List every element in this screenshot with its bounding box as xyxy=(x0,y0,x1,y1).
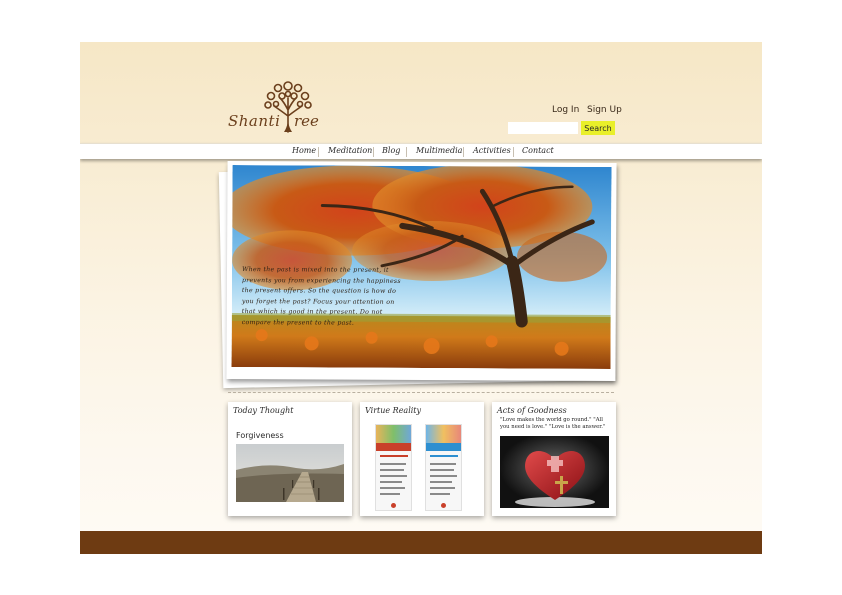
poster-line xyxy=(430,469,454,471)
poster-banner xyxy=(376,443,411,451)
poster-line xyxy=(380,469,404,471)
nav-separator xyxy=(318,147,319,157)
nav-separator xyxy=(373,147,374,157)
main-nav: Home Meditation Blog Multimedia Activiti… xyxy=(80,143,762,159)
heart-image xyxy=(500,436,609,508)
logo-text-tree: ree xyxy=(294,112,319,130)
nav-item-meditation[interactable]: Meditation xyxy=(328,146,372,155)
hero-frame: When the past is mixed into the present,… xyxy=(226,160,617,382)
nav-separator xyxy=(463,147,464,157)
poster-line xyxy=(430,481,452,483)
site-logo[interactable]: Shanti ree xyxy=(228,76,328,140)
poster-line xyxy=(430,475,457,477)
poster-line xyxy=(430,455,458,457)
nav-separator xyxy=(513,147,514,157)
page: Shanti ree Log In Sign Up Search Home Me… xyxy=(80,42,762,554)
login-link[interactable]: Log In xyxy=(552,105,579,115)
poster-line xyxy=(430,463,456,465)
poster-image xyxy=(425,424,462,511)
nav-separator xyxy=(406,147,407,157)
poster-line xyxy=(380,463,406,465)
section-divider xyxy=(228,392,614,393)
poster-line xyxy=(380,493,400,495)
nav-item-contact[interactable]: Contact xyxy=(522,146,554,155)
autumn-tree-image: When the past is mixed into the present,… xyxy=(231,165,612,369)
poster-line xyxy=(430,487,455,489)
poster-image xyxy=(375,424,412,511)
poster-line xyxy=(380,475,407,477)
card-subtitle: Forgiveness xyxy=(236,431,284,440)
nav-item-multimedia[interactable]: Multimedia xyxy=(416,146,462,155)
card-acts-of-goodness[interactable]: Acts of Goodness "Love makes the world g… xyxy=(492,402,616,516)
boardwalk-image xyxy=(236,444,344,502)
nav-item-home[interactable]: Home xyxy=(292,146,316,155)
logo-text-shanti: Shanti xyxy=(228,112,281,130)
poster-header xyxy=(426,425,461,443)
poster-dot xyxy=(391,503,396,508)
footer-bar xyxy=(80,531,762,554)
hero-quote: When the past is mixed into the present,… xyxy=(241,266,401,327)
poster-line xyxy=(380,481,402,483)
card-title: Virtue Reality xyxy=(365,406,422,415)
nav-item-blog[interactable]: Blog xyxy=(382,146,400,155)
card-title: Today Thought xyxy=(233,406,294,415)
nav-item-activities[interactable]: Activities xyxy=(473,146,511,155)
card-virtue-reality[interactable]: Virtue Reality xyxy=(360,402,484,516)
search-button[interactable]: Search xyxy=(581,121,615,135)
card-title: Acts of Goodness xyxy=(497,406,567,415)
search-input[interactable] xyxy=(508,122,578,134)
card-quote: "Love makes the world go round." "All yo… xyxy=(500,417,606,430)
poster-line xyxy=(430,493,450,495)
card-today-thought[interactable]: Today Thought Forgiveness xyxy=(228,402,352,516)
poster-banner xyxy=(426,443,461,451)
poster-line xyxy=(380,487,405,489)
poster-header xyxy=(376,425,411,443)
poster-dot xyxy=(441,503,446,508)
signup-link[interactable]: Sign Up xyxy=(587,105,622,115)
poster-line xyxy=(380,455,408,457)
